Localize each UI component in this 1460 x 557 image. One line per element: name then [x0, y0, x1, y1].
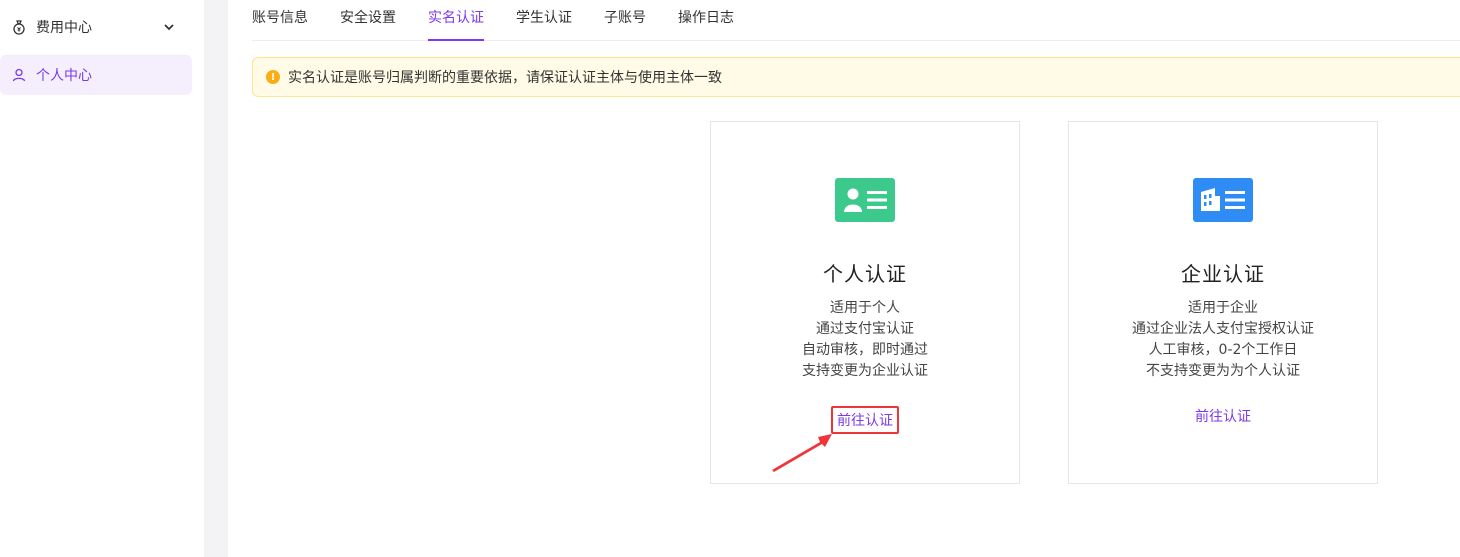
card-desc-line: 适用于个人: [830, 300, 900, 316]
tab-student-verification[interactable]: 学生认证: [516, 8, 572, 41]
building-card-icon: [1193, 178, 1253, 222]
tab-account-info[interactable]: 账号信息: [252, 8, 308, 41]
chevron-down-icon[interactable]: [162, 20, 176, 34]
warning-icon: !: [266, 70, 280, 84]
tab-security-settings[interactable]: 安全设置: [340, 8, 396, 41]
card-desc-line: 人工审核，0-2个工作日: [1148, 342, 1298, 358]
card-description: 适用于个人 通过支付宝认证 自动审核，即时通过 支持变更为企业认证: [711, 298, 1019, 382]
user-icon: [11, 67, 27, 83]
go-verify-personal-link[interactable]: 前往认证: [831, 406, 899, 434]
layout-gutter: [204, 0, 228, 557]
sidebar: 费用中心 个人中心: [0, 0, 204, 557]
sidebar-item-label: 费用中心: [36, 20, 92, 36]
card-description: 适用于企业 通过企业法人支付宝授权认证 人工审核，0-2个工作日 不支持变更为为…: [1069, 298, 1377, 382]
annotation-arrow-icon: [772, 434, 832, 472]
go-verify-enterprise-link[interactable]: 前往认证: [1195, 409, 1251, 425]
go-verify-container: 前往认证: [711, 406, 1019, 434]
card-desc-line: 自动审核，即时通过: [802, 342, 928, 358]
personal-verification-card: 个人认证 适用于个人 通过支付宝认证 自动审核，即时通过 支持变更为企业认证 前…: [710, 121, 1020, 484]
card-desc-line: 不支持变更为为个人认证: [1146, 363, 1300, 379]
card-desc-line: 适用于企业: [1188, 300, 1258, 316]
money-bag-icon: [11, 19, 27, 35]
card-desc-line: 通过支付宝认证: [816, 321, 914, 337]
notice-banner: ! 实名认证是账号归属判断的重要依据，请保证认证主体与使用主体一致: [252, 57, 1460, 97]
card-desc-line: 支持变更为企业认证: [802, 363, 928, 379]
sidebar-item-billing[interactable]: 费用中心: [0, 7, 192, 47]
tab-sub-accounts[interactable]: 子账号: [604, 8, 646, 41]
tab-real-name-verification[interactable]: 实名认证: [428, 8, 484, 41]
notice-text: 实名认证是账号归属判断的重要依据，请保证认证主体与使用主体一致: [288, 70, 722, 86]
card-desc-line: 通过企业法人支付宝授权认证: [1132, 321, 1314, 337]
tab-operation-log[interactable]: 操作日志: [678, 8, 734, 41]
id-card-icon: [835, 178, 895, 222]
tab-bar: 账号信息 安全设置 实名认证 学生认证 子账号 操作日志: [252, 0, 1460, 41]
sidebar-item-personal-center[interactable]: 个人中心: [0, 55, 192, 95]
enterprise-verification-card: 企业认证 适用于企业 通过企业法人支付宝授权认证 人工审核，0-2个工作日 不支…: [1068, 121, 1378, 484]
card-title: 企业认证: [1181, 262, 1265, 286]
card-title: 个人认证: [823, 262, 907, 286]
sidebar-item-label: 个人中心: [36, 68, 92, 84]
go-verify-container: 前往认证: [1069, 406, 1377, 426]
